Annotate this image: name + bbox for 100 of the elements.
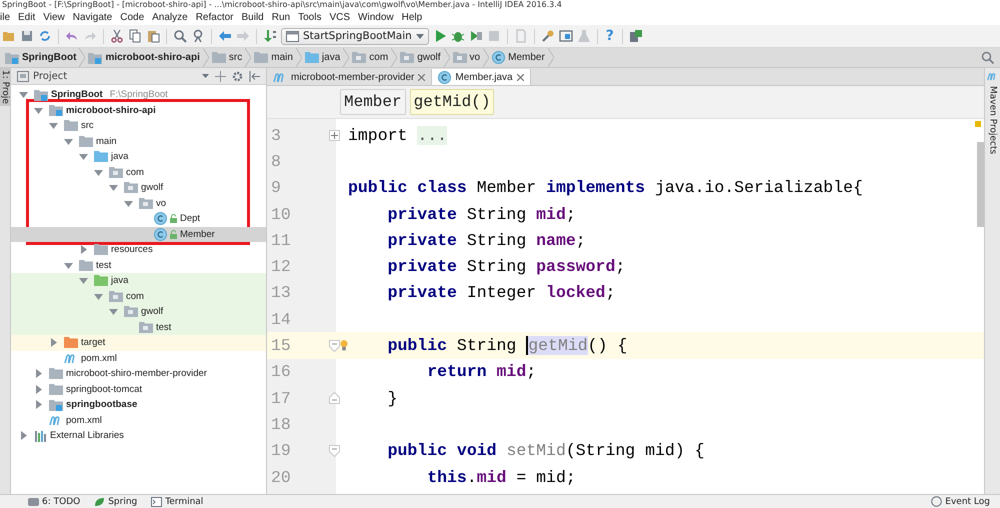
wrench-icon[interactable] [540,29,555,43]
menu-item[interactable]: Help [398,12,426,22]
target-icon[interactable] [215,70,226,82]
menu-item[interactable]: Window [354,12,398,22]
event-log-button[interactable]: Event Log [931,496,990,507]
tree-item[interactable]: resources [11,242,266,258]
warning-marker[interactable] [975,121,981,127]
breadcrumb-item[interactable]: SpringBoot [2,52,80,64]
tool-window-button[interactable]: 6: TODO [28,496,80,506]
collapsed-arrow-icon[interactable] [49,338,58,348]
menu-item[interactable]: Code [116,12,148,22]
collapsed-arrow-icon[interactable] [34,400,43,410]
sdk-icon[interactable] [628,29,643,43]
tree-item[interactable]: Member [11,226,266,242]
save-icon[interactable] [20,29,34,43]
editor-tab[interactable]: Member.java [432,69,531,85]
menu-item[interactable]: Tools [294,12,326,22]
fold-start-icon[interactable] [329,444,340,457]
expanded-arrow-icon[interactable] [34,106,43,115]
expanded-arrow-icon[interactable] [109,183,118,192]
expanded-arrow-icon[interactable] [94,168,103,177]
breadcrumb-item[interactable]: gwolf [397,52,444,63]
tree-item[interactable]: External Libraries [11,428,266,444]
fold-end-icon[interactable] [329,392,340,404]
run-configuration-dropdown[interactable]: StartSpringBootMain [281,28,429,44]
structure-breadcrumb[interactable]: getMid() [410,89,494,115]
breadcrumb-item[interactable]: microboot-shiro-api [85,52,203,64]
breadcrumb-item[interactable]: vo [450,52,484,63]
hide-panel-icon[interactable] [249,70,260,82]
menu-item[interactable]: Analyze [148,12,192,22]
menu-item[interactable]: ile [0,12,14,22]
expanded-arrow-icon[interactable] [19,90,28,100]
maven-icon[interactable] [987,72,998,81]
collapsed-arrow-icon[interactable] [34,369,43,378]
tree-item[interactable]: com [11,288,266,304]
menu-item[interactable]: Build [238,12,268,22]
tree-item[interactable]: SpringBoot F:\SpringBoot [11,87,266,102]
menu-item[interactable]: Refactor [192,12,238,22]
expanded-arrow-icon[interactable] [79,276,88,286]
menu-item[interactable]: Edit [14,12,40,22]
tree-item[interactable]: com [11,164,266,180]
gear-icon[interactable] [232,70,243,82]
tree-item[interactable]: target [11,335,266,350]
tree-item[interactable]: java [11,149,266,164]
build-icon[interactable] [263,29,277,43]
scrollbar-thumb[interactable] [977,142,984,227]
tree-item[interactable]: java [11,273,266,288]
structure-icon[interactable] [558,29,573,43]
expand-fold-icon[interactable] [329,130,340,141]
breadcrumb-item[interactable]: Member [489,51,548,64]
collapsed-arrow-icon[interactable] [34,384,43,394]
tree-item[interactable]: microboot-shiro-api [11,102,266,118]
tree-item[interactable]: springbootbase [11,397,266,412]
tree-item[interactable]: microboot-shiro-member-provider [11,366,266,382]
search-icon[interactable] [981,51,994,64]
expanded-arrow-icon[interactable] [79,152,88,162]
breadcrumb-item[interactable]: src [208,52,246,63]
tool-window-button[interactable]: Terminal [151,496,204,506]
coverage-icon[interactable] [468,29,483,43]
tree-item[interactable]: gwolf [11,304,266,320]
bug-icon[interactable] [450,29,465,43]
tree-item[interactable]: pom.xml [11,350,266,366]
menu-item[interactable]: VCS [325,12,354,22]
breadcrumb-item[interactable]: java [302,52,344,63]
structure-breadcrumb[interactable]: Member [340,89,406,115]
tree-item[interactable]: pom.xml [11,412,266,428]
close-icon[interactable] [516,74,524,80]
tree-item[interactable]: test [11,320,266,335]
tool-window-button[interactable]: Spring [94,496,138,506]
sync-icon[interactable] [38,29,52,43]
caret-icon[interactable] [202,74,209,78]
maven-projects-tool-tab[interactable]: Maven Projects [988,84,998,156]
cut-icon[interactable] [110,29,124,43]
tree-item[interactable]: springboot-tomcat [11,382,266,397]
tree-item[interactable]: Dept [11,211,266,226]
expanded-arrow-icon[interactable] [49,121,58,130]
menu-item[interactable]: Navigate [68,12,116,22]
collapsed-arrow-icon[interactable] [79,245,88,254]
expanded-arrow-icon[interactable] [64,136,73,146]
copy-icon[interactable] [128,29,142,43]
back-arrow-icon[interactable] [218,29,232,43]
tree-item[interactable]: gwolf [11,180,266,196]
menu-item[interactable]: Run [268,12,294,22]
replace-icon[interactable] [191,29,205,43]
breadcrumb-item[interactable]: main [251,52,296,63]
collapsed-arrow-icon[interactable] [19,431,28,440]
lightbulb-icon[interactable] [340,339,348,352]
search-icon[interactable] [173,29,187,43]
fold-start-icon[interactable] [329,340,340,352]
breadcrumb-item[interactable]: com [349,52,392,63]
tree-item[interactable]: vo [11,196,266,211]
tree-item[interactable]: test [11,258,266,273]
expanded-arrow-icon[interactable] [109,307,118,316]
expanded-arrow-icon[interactable] [64,260,73,270]
expanded-arrow-icon[interactable] [124,198,133,208]
tree-item[interactable]: src [11,118,266,134]
project-tool-tab[interactable]: 1: Proje [0,68,10,106]
menu-item[interactable]: View [39,12,69,22]
close-icon[interactable] [418,74,426,80]
expanded-arrow-icon[interactable] [94,292,103,301]
